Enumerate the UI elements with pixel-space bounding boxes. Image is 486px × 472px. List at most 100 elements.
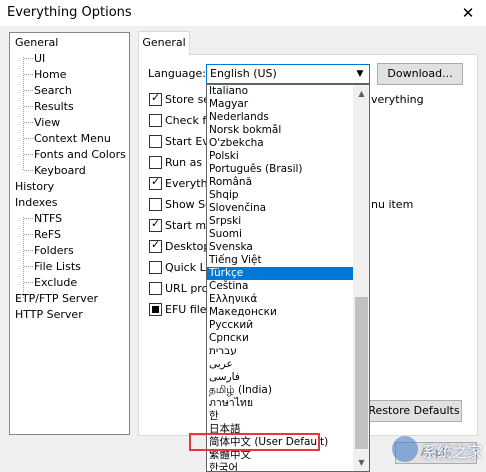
store-settings-checkbox[interactable] <box>149 91 162 106</box>
tree-connector <box>24 170 33 171</box>
tree-item-exclude[interactable]: Exclude <box>34 275 77 291</box>
tree-item-label: Search <box>34 84 72 97</box>
tree-item-context-menu[interactable]: Context Menu <box>34 131 111 147</box>
language-option[interactable]: 한국어 <box>207 462 353 471</box>
language-option[interactable]: فارسی <box>207 371 353 384</box>
language-option[interactable]: Italiano <box>207 85 353 98</box>
tree-item-http-server[interactable]: HTTP Server <box>15 307 83 323</box>
tree-connector <box>24 106 33 107</box>
dropdown-scrollbar[interactable]: ▲ ▼ <box>353 85 369 471</box>
check-for-updates-checkbox[interactable] <box>149 114 162 127</box>
language-option[interactable]: 한 <box>207 410 353 423</box>
window-title: Everything Options <box>7 5 132 20</box>
tree-item-fonts-and-colors[interactable]: Fonts and Colors <box>34 147 126 163</box>
language-option[interactable]: Македонски <box>207 306 353 319</box>
tree-item-results[interactable]: Results <box>34 99 74 115</box>
tree-item-view[interactable]: View <box>34 115 60 131</box>
tree-item-label: Context Menu <box>34 132 111 145</box>
language-option[interactable]: O'zbekcha <box>207 137 353 150</box>
language-option[interactable]: Slovenčina <box>207 202 353 215</box>
checkbox-label-fragment: nu item <box>371 198 414 211</box>
scroll-down-arrow-icon[interactable]: ▼ <box>353 454 369 471</box>
tree-item-history[interactable]: History <box>15 179 54 195</box>
language-option[interactable]: عربى <box>207 358 353 371</box>
tree-item-label: File Lists <box>34 260 81 273</box>
scroll-up-arrow-icon[interactable]: ▲ <box>353 85 369 102</box>
tree-item-etp-ftp-server[interactable]: ETP/FTP Server <box>15 291 98 307</box>
language-option[interactable]: Čeština <box>207 280 353 293</box>
url-protocol-checkbox[interactable] <box>149 282 162 295</box>
language-option[interactable]: עברית <box>207 345 353 358</box>
download-button[interactable]: Download... <box>377 63 463 85</box>
language-option[interactable]: Magyar <box>207 98 353 111</box>
tree-item-home[interactable]: Home <box>34 67 66 83</box>
tree-connector <box>24 234 33 235</box>
checkbox-label: Everythi <box>165 177 211 190</box>
tree-item-label: ReFS <box>34 228 62 241</box>
tree-item-label: General <box>15 36 59 49</box>
tree-item-file-lists[interactable]: File Lists <box>34 259 81 275</box>
language-option[interactable]: ภาษาไทย <box>207 397 353 410</box>
everything-service-checkbox[interactable] <box>149 175 162 190</box>
tree-item-label: Folders <box>34 244 74 257</box>
tree-item-label: HTTP Server <box>15 308 83 321</box>
language-option[interactable]: Suomi <box>207 228 353 241</box>
run-as-admin-checkbox[interactable] <box>149 156 162 169</box>
language-option[interactable]: Svenska <box>207 241 353 254</box>
checkbox-label-fragment: verything <box>371 93 424 106</box>
language-option[interactable]: Русский <box>207 319 353 332</box>
tree-connector <box>24 250 33 251</box>
show-menu-item-checkbox[interactable] <box>149 198 162 211</box>
options-tree[interactable]: General UI Home Search Results View Cont… <box>9 32 130 435</box>
restore-defaults-button[interactable]: Restore Defaults <box>366 400 462 422</box>
efu-file-association-checkbox[interactable] <box>149 303 162 316</box>
tree-guide-line <box>23 217 24 298</box>
tree-item-label: Results <box>34 100 74 113</box>
checkbox-label: Desktop <box>165 240 211 253</box>
language-option[interactable]: Srpski <box>207 215 353 228</box>
language-option[interactable]: Tiếng Việt <box>207 254 353 267</box>
tree-item-ntfs[interactable]: NTFS <box>34 211 62 227</box>
language-select[interactable]: English (US) ▼ <box>206 64 370 84</box>
start-menu-checkbox[interactable] <box>149 217 162 232</box>
language-option[interactable]: தமிழ் (India) <box>207 384 353 397</box>
language-option[interactable]: Polski <box>207 150 353 163</box>
language-label: Language: <box>148 67 206 80</box>
language-option[interactable]: Српски <box>207 332 353 345</box>
language-dropdown-list[interactable]: Italiano Magyar Nederlands Norsk bokmål … <box>206 84 370 472</box>
tree-item-indexes[interactable]: Indexes <box>15 195 57 211</box>
language-selected-value: English (US) <box>210 67 277 80</box>
tree-item-label: Keyboard <box>34 164 86 177</box>
language-option[interactable]: Ελληνικά <box>207 293 353 306</box>
tree-item-label: UI <box>34 52 46 65</box>
tree-item-search[interactable]: Search <box>34 83 72 99</box>
language-option[interactable]: Nederlands <box>207 111 353 124</box>
tab-general[interactable]: General <box>138 31 190 55</box>
close-icon[interactable]: ✕ <box>456 2 480 24</box>
scrollbar-thumb[interactable] <box>355 297 368 449</box>
desktop-shortcut-checkbox[interactable] <box>149 238 162 253</box>
language-option[interactable]: 繁體中文 <box>207 449 353 462</box>
language-option[interactable]: 日本語 <box>207 423 353 436</box>
language-option[interactable]: Norsk bokmål <box>207 124 353 137</box>
language-option[interactable]: Română <box>207 176 353 189</box>
language-option-highlighted[interactable]: Türkçe <box>207 267 353 280</box>
tree-item-label: NTFS <box>34 212 63 225</box>
tree-connector <box>24 74 33 75</box>
tree-connector <box>24 218 33 219</box>
title-bar: Everything Options ✕ <box>0 0 486 26</box>
tree-item-general[interactable]: General <box>15 35 58 51</box>
tree-item-label: Indexes <box>15 196 58 209</box>
quick-launch-checkbox[interactable] <box>149 261 162 274</box>
tree-item-keyboard[interactable]: Keyboard <box>34 163 86 179</box>
language-option[interactable]: Shqip <box>207 189 353 202</box>
tree-item-ui[interactable]: UI <box>34 51 45 67</box>
start-everything-checkbox[interactable] <box>149 135 162 148</box>
tree-connector <box>24 266 33 267</box>
tree-connector <box>24 90 33 91</box>
tree-connector <box>24 154 33 155</box>
tree-item-folders[interactable]: Folders <box>34 243 74 259</box>
language-option[interactable]: Português (Brasil) <box>207 163 353 176</box>
tree-item-refs[interactable]: ReFS <box>34 227 61 243</box>
language-option[interactable]: 简体中文 (User Default) <box>207 436 353 449</box>
